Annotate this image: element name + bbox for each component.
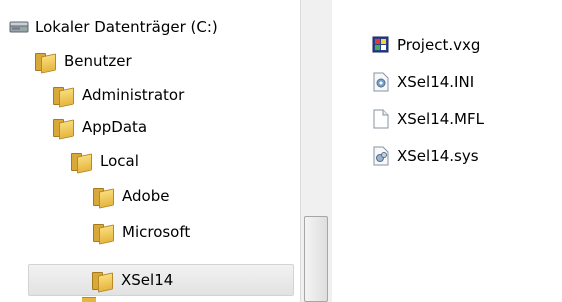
file-item-label: XSel14.MFL xyxy=(397,110,484,128)
file-list-pane: Project.vxg XSel14.INI XSel14.MFL XSel14… xyxy=(332,0,562,302)
hard-drive-icon xyxy=(8,17,30,37)
folder-icon xyxy=(70,151,92,174)
tree-item-local[interactable]: Local xyxy=(70,148,139,174)
blank-file-icon xyxy=(372,109,390,129)
tree-item-label: Administrator xyxy=(82,86,185,104)
tree-item-label: Benutzer xyxy=(64,52,132,70)
tree-item-label: Local xyxy=(100,152,139,170)
folder-icon xyxy=(34,51,56,74)
tree-item-label: Microsoft xyxy=(122,223,191,241)
folder-icon xyxy=(82,297,96,302)
settings-file-icon xyxy=(372,72,390,92)
folder-tree-pane: Lokaler Datenträger (C:) Benutzer Admini… xyxy=(0,0,300,302)
tree-item-label: Lokaler Datenträger (C:) xyxy=(35,18,218,36)
folder-icon xyxy=(52,117,74,140)
file-item-label: XSel14.INI xyxy=(397,73,475,91)
tree-item-label: Adobe xyxy=(122,187,170,205)
tree-item-microsoft[interactable]: Microsoft xyxy=(92,219,190,245)
file-item-xsel14-ini[interactable]: XSel14.INI xyxy=(372,69,474,95)
tree-item-adobe[interactable]: Adobe xyxy=(92,183,169,209)
tree-item-administrator[interactable]: Administrator xyxy=(52,82,184,108)
file-item-xsel14-sys[interactable]: XSel14.sys xyxy=(372,143,479,169)
tree-item-label: AppData xyxy=(82,118,148,136)
tree-item-xsel14[interactable]: XSel14 xyxy=(28,264,294,296)
file-item-label: XSel14.sys xyxy=(397,147,479,165)
folder-icon xyxy=(91,270,113,293)
tree-item-drive-c[interactable]: Lokaler Datenträger (C:) xyxy=(8,14,218,40)
folder-icon xyxy=(52,85,74,108)
tree-item-label: XSel14 xyxy=(121,271,174,289)
file-item-project-vxg[interactable]: Project.vxg xyxy=(372,32,480,58)
tree-item-appdata[interactable]: AppData xyxy=(52,114,147,140)
folder-icon xyxy=(92,186,114,209)
tree-item-benutzer[interactable]: Benutzer xyxy=(34,48,132,74)
system-file-icon xyxy=(372,146,390,166)
file-item-label: Project.vxg xyxy=(397,36,481,54)
file-item-xsel14-mfl[interactable]: XSel14.MFL xyxy=(372,106,484,132)
project-file-icon xyxy=(372,35,390,55)
folder-icon xyxy=(92,222,114,245)
tree-scrollbar[interactable] xyxy=(300,0,332,302)
scrollbar-thumb[interactable] xyxy=(304,216,328,302)
